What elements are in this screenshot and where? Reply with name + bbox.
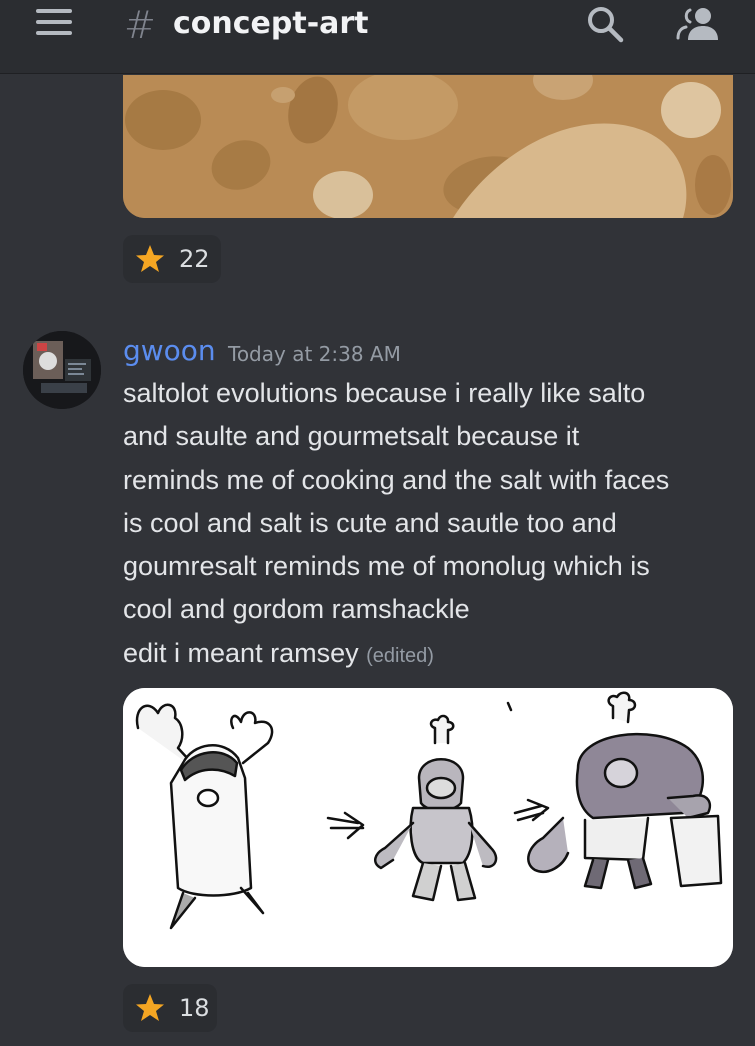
star-icon	[136, 994, 164, 1021]
reaction-star[interactable]: 22	[123, 235, 221, 283]
members-icon[interactable]	[676, 4, 720, 44]
reaction-count: 22	[179, 245, 210, 273]
potato-image-attachment[interactable]	[123, 75, 733, 218]
message-content: saltolot evolutions because i really lik…	[123, 372, 743, 678]
message-line: is cool and salt is cute and sautle too …	[123, 507, 617, 538]
channel-name[interactable]: concept-art	[173, 6, 369, 41]
message-line: cool and gordom ramshackle	[123, 594, 470, 625]
message-line: goumresalt reminds me of monolug which i…	[123, 551, 650, 582]
reaction-star[interactable]: 18	[123, 984, 217, 1032]
edited-label: (edited)	[366, 644, 434, 667]
menu-icon[interactable]	[36, 9, 74, 41]
saltolot-drawing-attachment[interactable]	[123, 688, 733, 967]
message-timestamp: Today at 2:38 AM	[228, 342, 401, 366]
avatar[interactable]	[23, 331, 101, 409]
reaction-count: 18	[179, 994, 210, 1022]
message-line-text: edit i meant ramsey	[123, 637, 359, 668]
message-line: and saulte and gourmetsalt because it	[123, 421, 580, 452]
username[interactable]: gwoon	[123, 334, 216, 367]
message-line: saltolot evolutions because i really lik…	[123, 378, 646, 408]
channel-hash-icon: #	[124, 3, 156, 47]
channel-header: # concept-art	[0, 0, 755, 74]
search-icon[interactable]	[585, 4, 625, 44]
message-line-last: edit i meant ramsey (edited)	[123, 632, 743, 678]
star-icon	[136, 245, 164, 272]
message-line: reminds me of cooking and the salt with …	[123, 464, 670, 495]
